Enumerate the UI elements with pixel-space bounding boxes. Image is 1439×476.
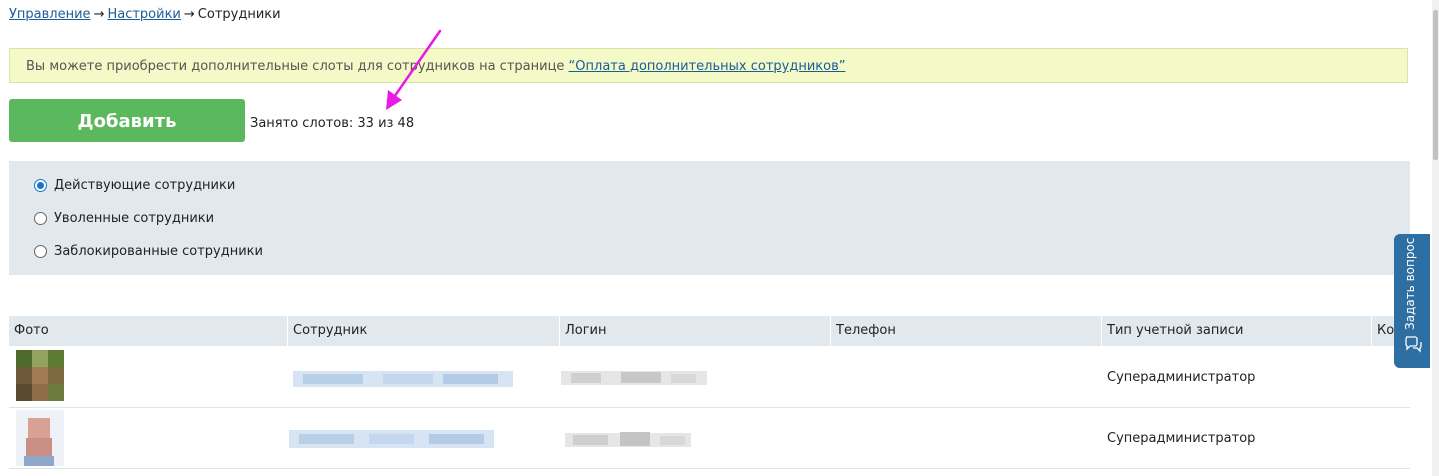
page-scrollbar[interactable]: [1432, 0, 1439, 476]
filter-option-blocked[interactable]: Заблокированные сотрудники: [34, 244, 263, 259]
ask-question-label: Задать вопрос: [1403, 237, 1417, 330]
filter-option-label: Действующие сотрудники: [54, 178, 236, 193]
breadcrumb-current: Сотрудники: [197, 7, 281, 22]
notice-payment-link[interactable]: “Оплата дополнительных сотрудников”: [569, 59, 846, 74]
column-account-type[interactable]: Тип учетной записи: [1102, 316, 1372, 346]
breadcrumb-link-settings[interactable]: Настройки: [107, 7, 180, 22]
table-row[interactable]: Суперадминистратор: [9, 347, 1410, 408]
employee-name-blurred: [289, 430, 494, 448]
annotation-arrow-icon: [386, 29, 442, 110]
filter-option-label: Заблокированные сотрудники: [54, 244, 263, 259]
account-type: Суперадминистратор: [1107, 370, 1256, 385]
column-photo[interactable]: Фото: [9, 316, 288, 346]
employees-table-header: Фото Сотрудник Логин Телефон Тип учетной…: [9, 316, 1410, 346]
table-row[interactable]: Суперадминистратор: [9, 408, 1410, 469]
account-type: Суперадминистратор: [1107, 431, 1256, 446]
employee-login-blurred: [565, 432, 691, 447]
filter-option-label: Уволенные сотрудники: [54, 211, 215, 226]
filter-option-dismissed[interactable]: Уволенные сотрудники: [34, 211, 214, 226]
column-employee[interactable]: Сотрудник: [288, 316, 560, 346]
scrollbar-thumb[interactable]: [1433, 10, 1438, 160]
filter-option-active[interactable]: Действующие сотрудники: [34, 178, 235, 193]
employee-photo-blurred: [16, 410, 64, 466]
notice-text: Вы можете приобрести дополнительные слот…: [26, 59, 569, 74]
column-phone[interactable]: Телефон: [831, 316, 1102, 346]
employee-name-blurred: [293, 371, 513, 387]
employee-login-blurred: [561, 371, 707, 385]
radio-active-icon[interactable]: [34, 179, 47, 192]
slots-counter: Занято слотов: 33 из 48: [250, 116, 415, 131]
breadcrumb-link-management[interactable]: Управление: [9, 7, 91, 22]
radio-blocked-icon[interactable]: [34, 245, 47, 258]
chat-bubbles-icon: [1405, 336, 1422, 353]
notice-banner: Вы можете приобрести дополнительные слот…: [9, 48, 1408, 83]
breadcrumb-separator: →: [93, 7, 105, 22]
breadcrumb-separator: →: [183, 7, 195, 22]
ask-question-tab[interactable]: Задать вопрос: [1394, 234, 1430, 368]
radio-dismissed-icon[interactable]: [34, 212, 47, 225]
add-employee-button[interactable]: Добавить сотрудника: [9, 99, 245, 175]
column-login[interactable]: Логин: [560, 316, 831, 346]
employee-photo-blurred: [16, 350, 64, 401]
breadcrumb: Управление → Настройки → Сотрудники: [9, 7, 281, 22]
employee-filter-panel: Действующие сотрудники Уволенные сотрудн…: [9, 161, 1410, 275]
